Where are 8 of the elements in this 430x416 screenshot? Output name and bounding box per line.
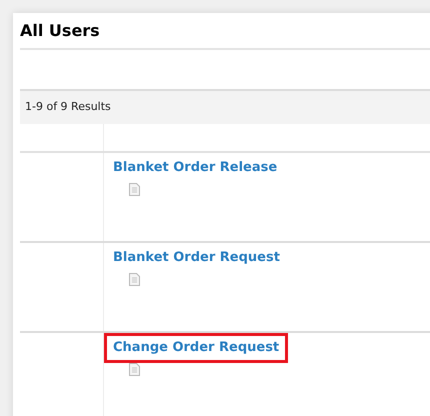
document-icon xyxy=(129,272,140,286)
page-title: All Users xyxy=(20,22,100,38)
document-icon xyxy=(129,182,140,196)
document-icon xyxy=(129,362,140,376)
document-link[interactable]: Blanket Order Release xyxy=(104,153,286,182)
results-count: 1-9 of 9 Results xyxy=(25,99,111,116)
document-link[interactable]: Blanket Order Request xyxy=(104,243,289,272)
document-link[interactable]: Change Order Request xyxy=(104,333,288,362)
